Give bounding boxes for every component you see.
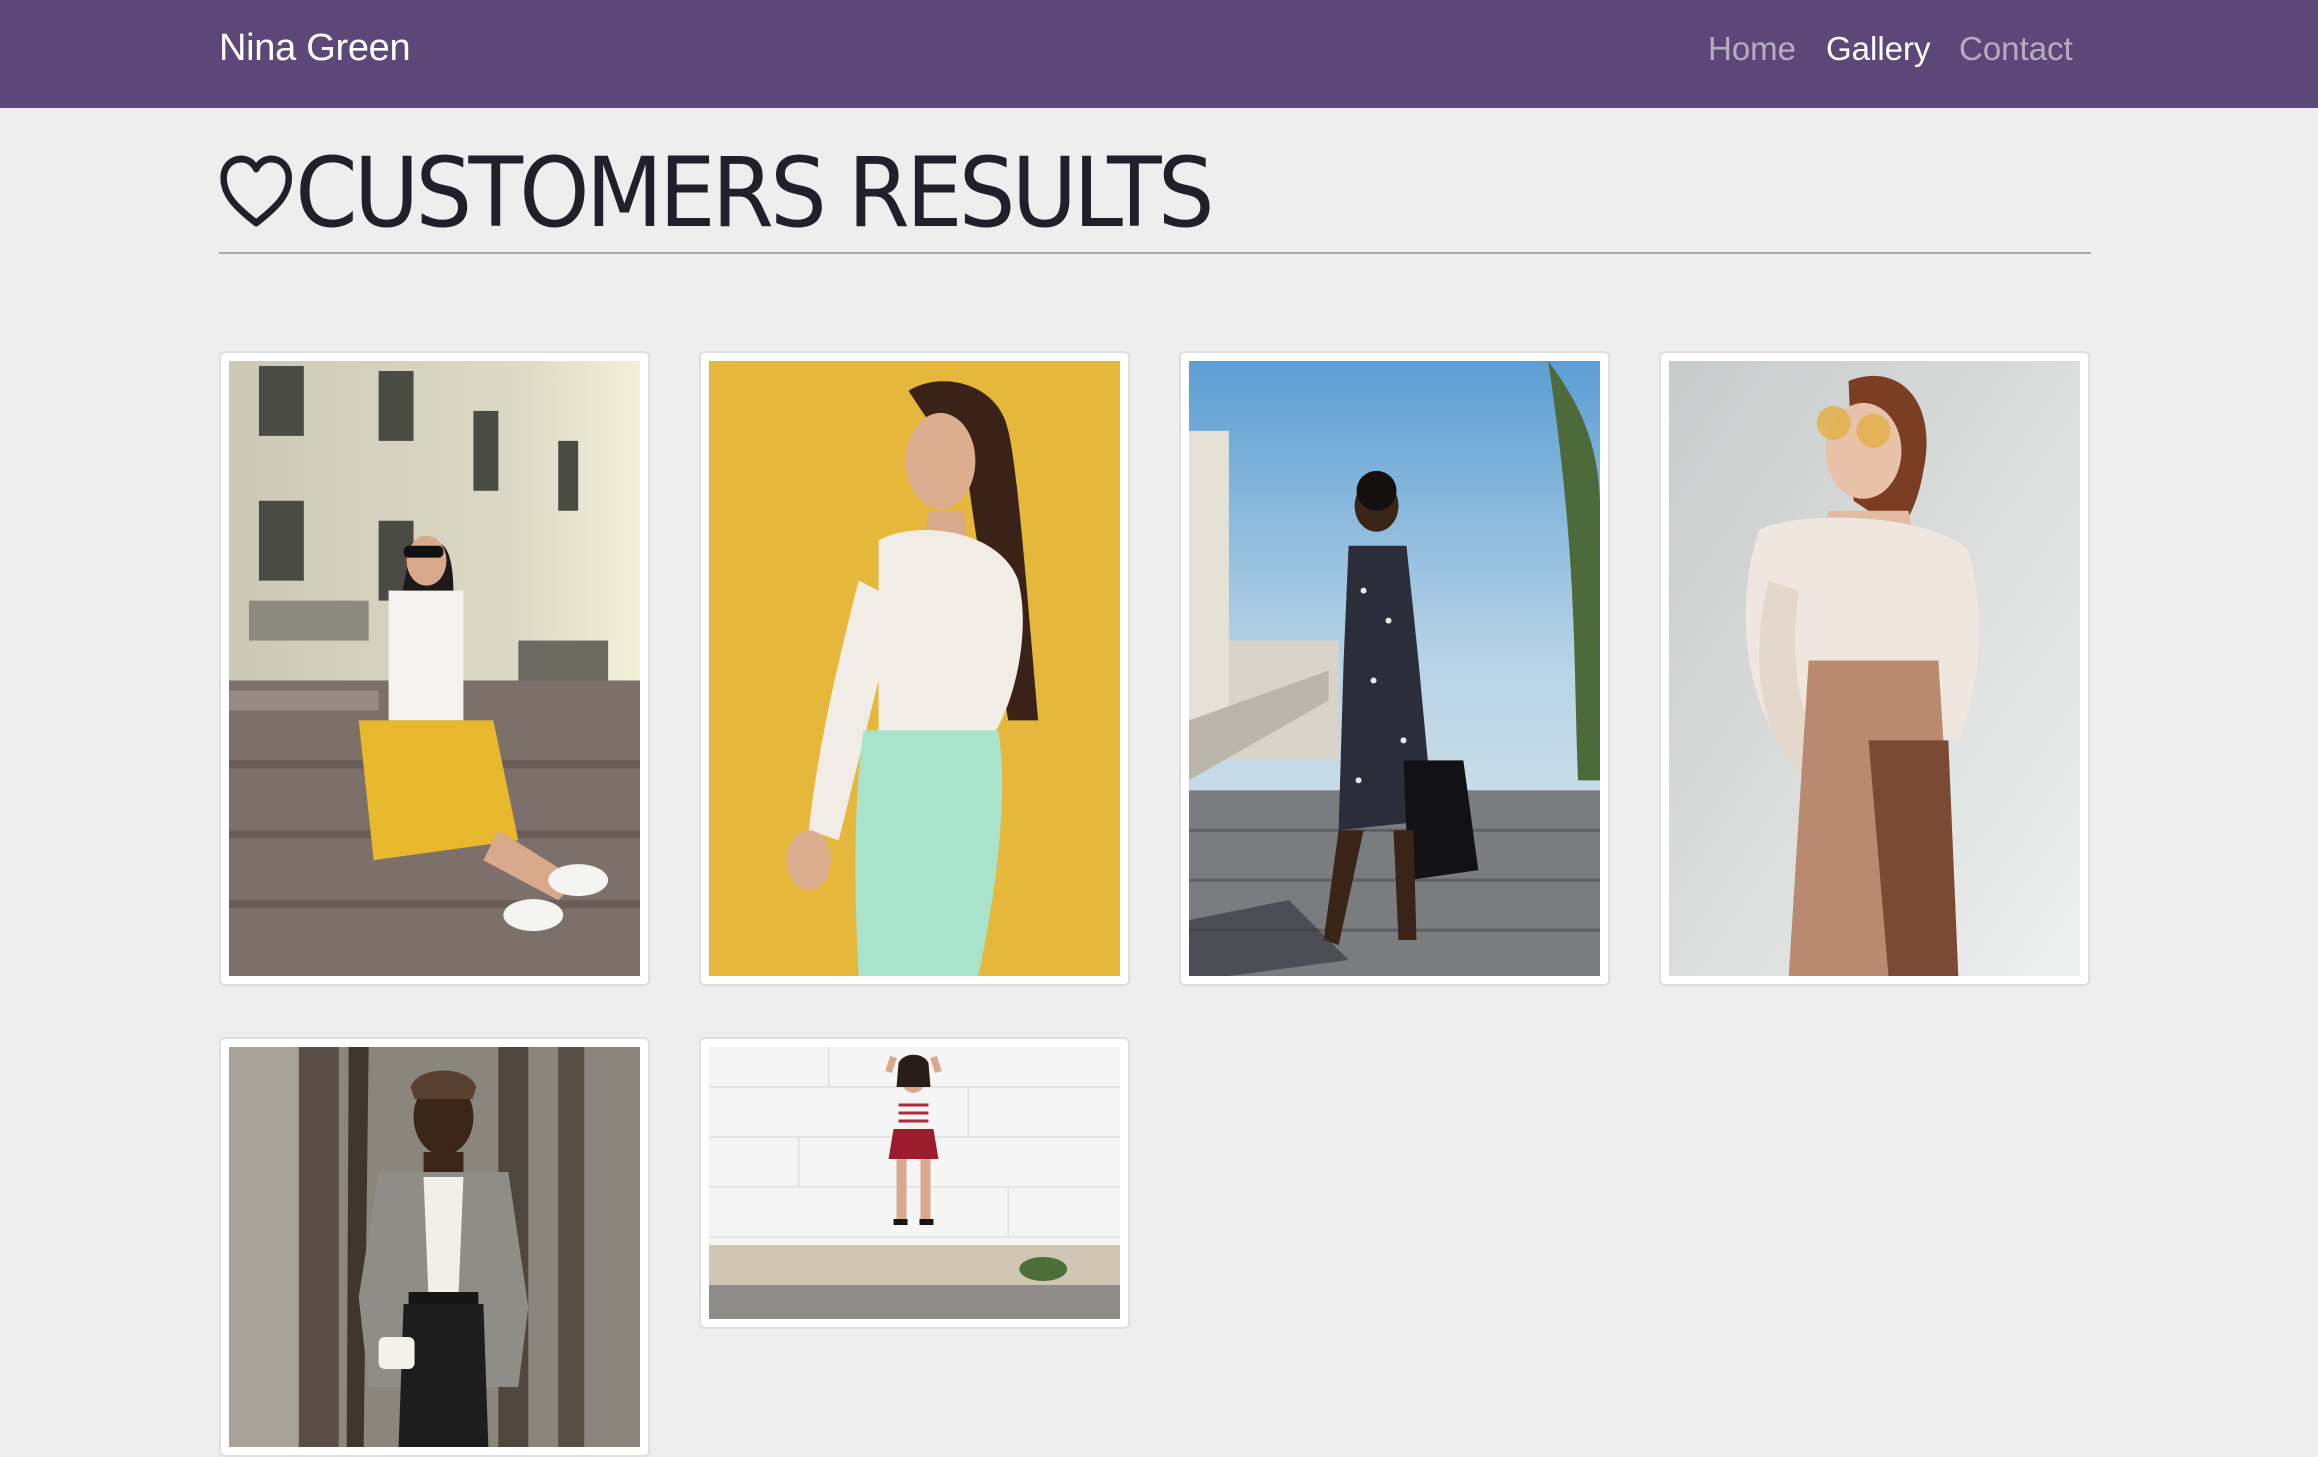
heart-icon	[220, 155, 293, 227]
photo-woman-yellow-skirt	[229, 361, 640, 976]
gallery-photo[interactable]	[219, 351, 650, 986]
nav-link-contact[interactable]: Contact	[1959, 30, 2073, 68]
photo-woman-red-shorts	[709, 1047, 1120, 1319]
nav-link-gallery[interactable]: Gallery	[1826, 30, 1931, 68]
gallery-photo[interactable]	[1179, 351, 1610, 986]
photo-woman-lace-blouse	[709, 361, 1120, 976]
page-title-text: CUSTOMERS RESULTS	[295, 137, 1214, 249]
photo-woman-oversized-shirt	[1669, 361, 2080, 976]
gallery-photo[interactable]	[699, 351, 1130, 986]
title-divider	[219, 252, 2091, 254]
gallery-photo[interactable]	[219, 1037, 650, 1457]
gallery-photo[interactable]	[699, 1037, 1130, 1329]
photo-woman-plaid-blazer	[229, 1047, 640, 1447]
photo-woman-polka-dress	[1189, 361, 1600, 976]
brand-link[interactable]: Nina Green	[219, 27, 411, 70]
gallery-photo[interactable]	[1659, 351, 2090, 986]
page-title: CUSTOMERS RESULTS	[219, 137, 1215, 249]
nav-link-home[interactable]: Home	[1708, 30, 1796, 68]
navbar: Nina Green Home Gallery Contact	[0, 0, 2318, 108]
